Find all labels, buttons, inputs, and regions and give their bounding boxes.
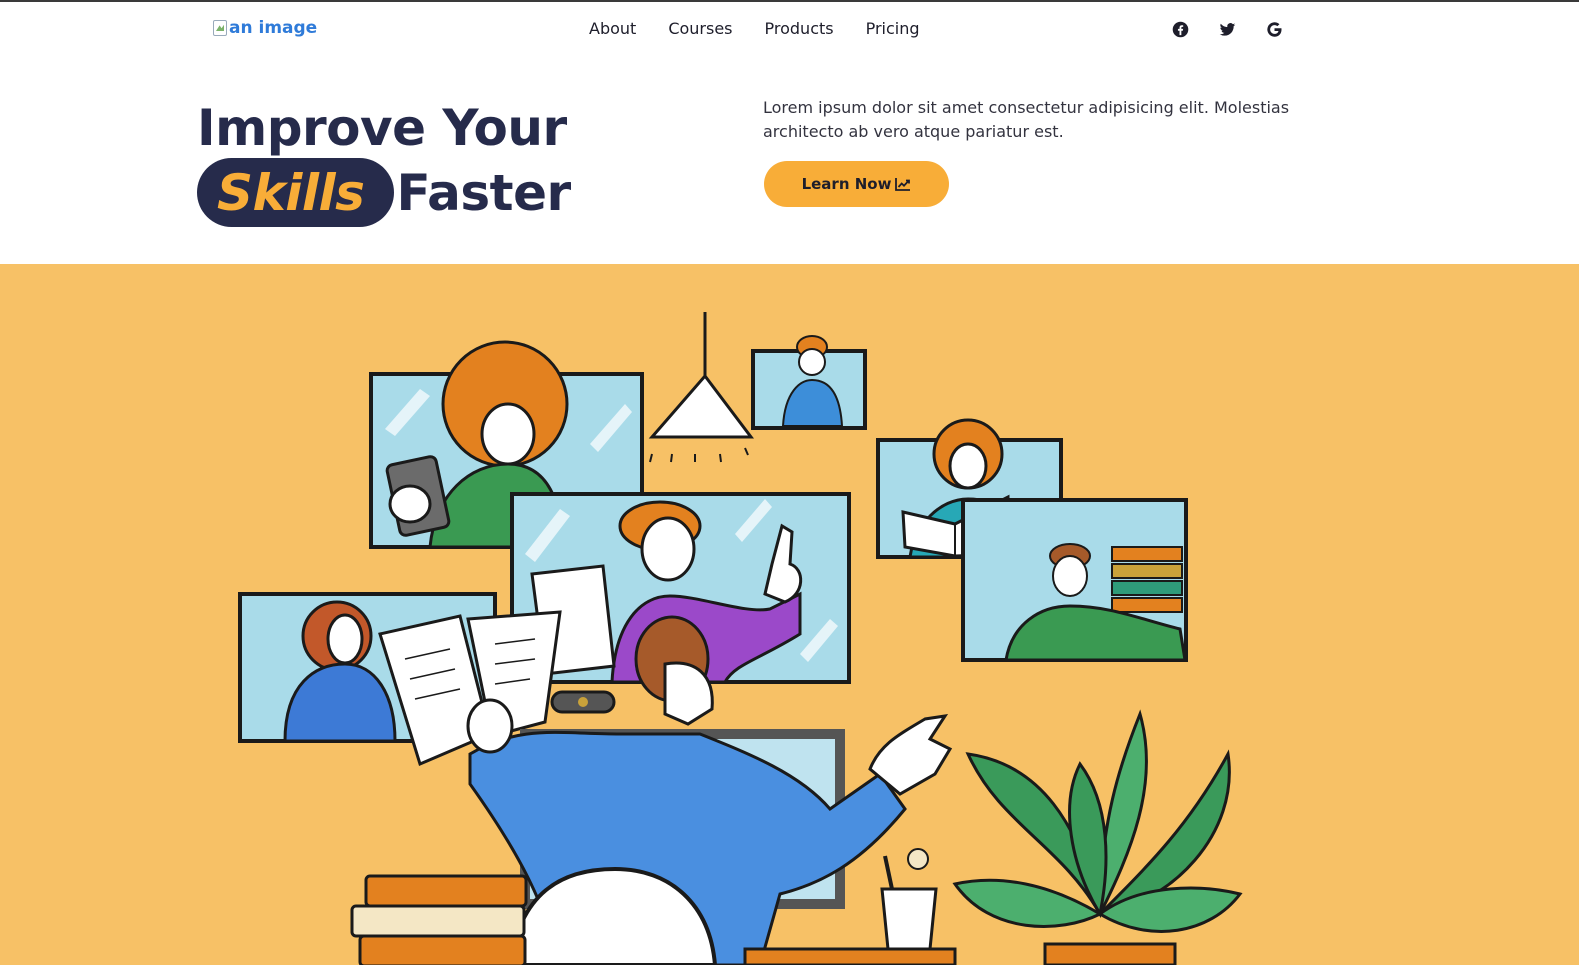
social-links [1170, 19, 1284, 39]
main-nav: About Courses Products Pricing [589, 19, 920, 38]
nav-item-about[interactable]: About [589, 19, 636, 38]
learn-now-button[interactable]: Learn Now [764, 161, 949, 207]
nav-item-courses[interactable]: Courses [668, 19, 732, 38]
nav-item-products[interactable]: Products [765, 19, 834, 38]
nav-item-pricing[interactable]: Pricing [866, 19, 920, 38]
twitter-icon[interactable] [1217, 19, 1237, 39]
online-learning-illustration [238, 312, 1243, 965]
logo-alt-text: an image [229, 18, 318, 38]
headline-rest: Faster [396, 163, 571, 222]
hero-illustration [0, 264, 1579, 965]
learn-now-label: Learn Now [801, 175, 892, 193]
headline-line-1: Improve Your [197, 99, 567, 157]
hero-headline: Improve Your Skills Faster [197, 98, 571, 227]
headline-highlight: Skills [197, 158, 395, 227]
site-header: an image About Courses Products Pricing [0, 2, 1579, 58]
chart-line-icon [895, 178, 911, 191]
google-icon[interactable] [1264, 19, 1284, 39]
hero-description: Lorem ipsum dolor sit amet consectetur a… [763, 98, 1290, 141]
headline-line-2: Skills Faster [197, 158, 571, 227]
broken-image-icon [213, 20, 227, 36]
facebook-icon[interactable] [1170, 19, 1190, 39]
logo-link[interactable]: an image [213, 18, 317, 38]
hero-description-block: Lorem ipsum dolor sit amet consectetur a… [763, 96, 1303, 144]
